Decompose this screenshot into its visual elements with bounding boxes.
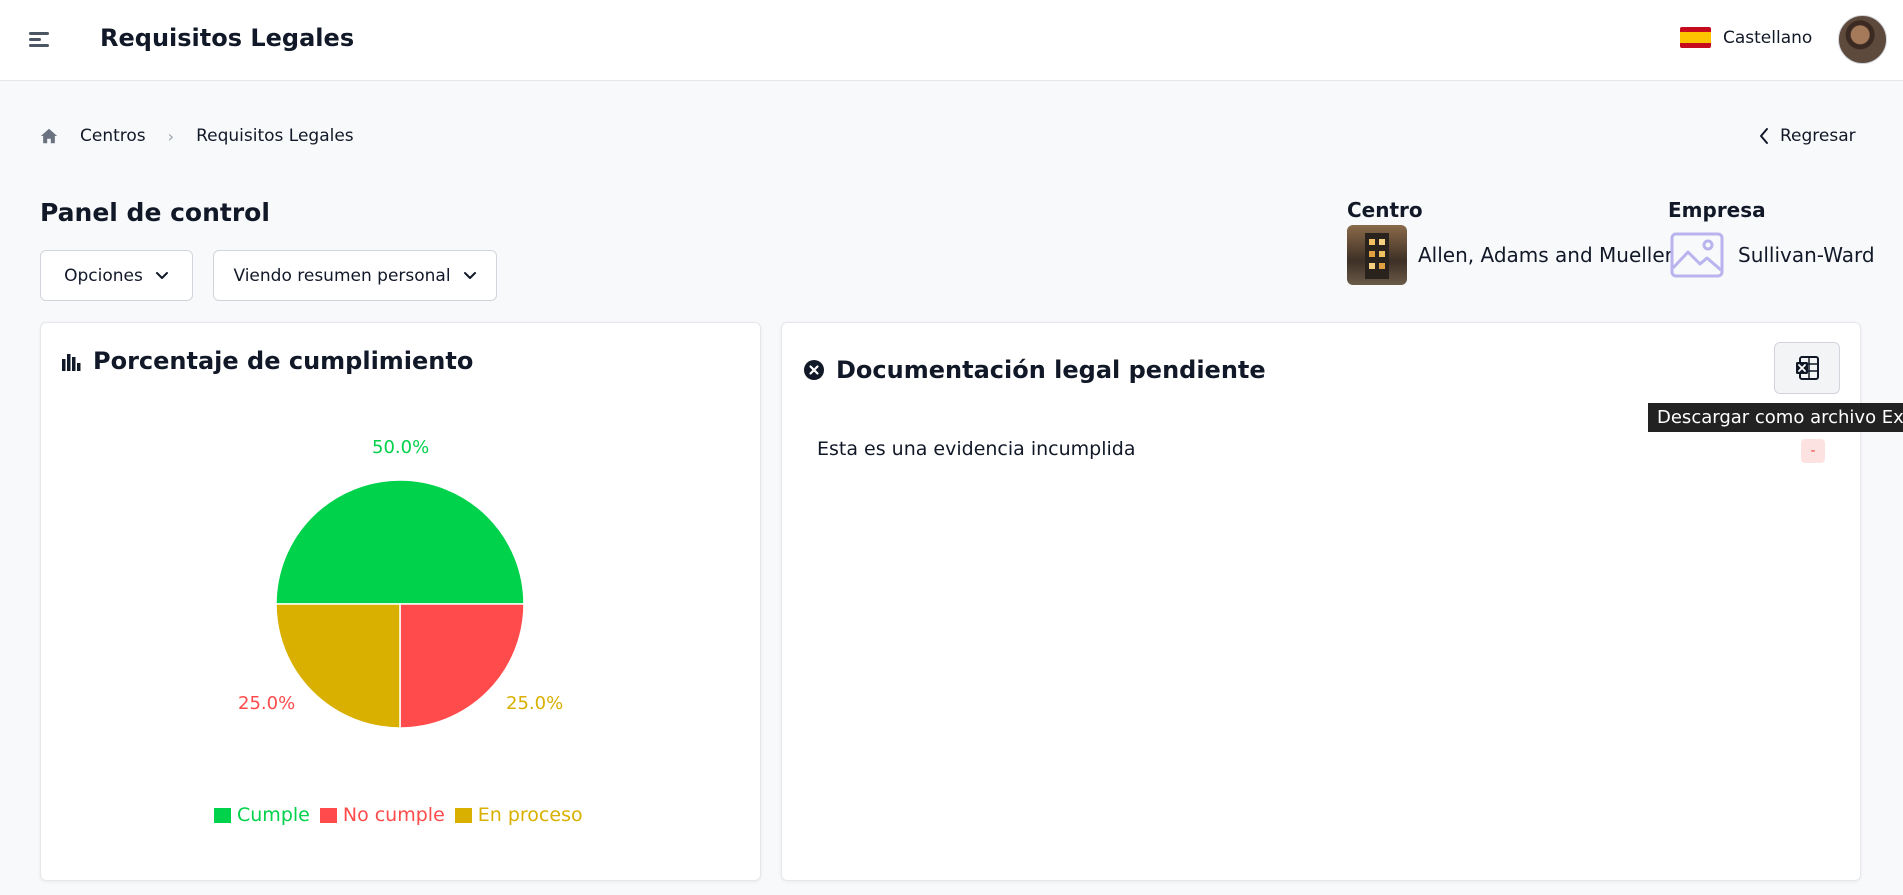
centro-image <box>1347 225 1407 285</box>
pending-docs-card-header: Documentación legal pendiente <box>804 356 1266 384</box>
options-dropdown-button[interactable]: Opciones <box>40 250 193 301</box>
empresa-label: Empresa <box>1668 198 1766 222</box>
breadcrumb-item-requisitos: Requisitos Legales <box>196 126 354 146</box>
legend-label-cumple: Cumple <box>237 804 310 826</box>
view-mode-label: Viendo resumen personal <box>233 265 451 286</box>
pie-label-no-cumple: 25.0% <box>238 693 296 714</box>
chevron-left-icon <box>1760 128 1768 144</box>
close-circle-icon <box>804 360 824 380</box>
breadcrumb-item-centros[interactable]: Centros <box>80 126 146 146</box>
legend-label-en-proceso: En proceso <box>477 804 583 826</box>
empresa-value: Sullivan-Ward <box>1738 243 1875 267</box>
page-title: Panel de control <box>40 198 270 227</box>
legend-swatch <box>214 807 231 823</box>
compliance-card-header: Porcentaje de cumplimiento <box>62 347 473 375</box>
compliance-card-title: Porcentaje de cumplimiento <box>93 347 474 375</box>
app-title: Requisitos Legales <box>100 24 355 52</box>
chevron-down-icon <box>155 271 168 279</box>
breadcrumb: Centros › Requisitos Legales <box>40 126 354 146</box>
legend-swatch <box>454 807 472 823</box>
centro-value: Allen, Adams and Mueller <box>1418 243 1673 267</box>
user-avatar[interactable] <box>1838 15 1887 64</box>
back-label: Regresar <box>1780 126 1856 146</box>
view-mode-dropdown-button[interactable]: Viendo resumen personal <box>213 250 497 301</box>
back-button[interactable]: Regresar <box>1758 126 1856 146</box>
chart-legend: Cumple No cumple En proceso <box>214 804 583 826</box>
pending-item-label: Esta es una evidencia incumplida <box>817 438 1136 460</box>
legend-item-en-proceso[interactable]: En proceso <box>454 804 583 826</box>
menu-icon[interactable] <box>26 28 52 52</box>
download-excel-button[interactable] <box>1774 342 1840 394</box>
download-excel-tooltip: Descargar como archivo Exce <box>1648 403 1903 432</box>
legend-swatch <box>319 807 337 823</box>
chevron-down-icon <box>463 271 476 279</box>
bar-chart-icon <box>62 354 81 371</box>
pie-label-cumple: 50.0% <box>372 437 430 458</box>
compliance-pie-chart <box>275 479 525 729</box>
pie-slice-cumple[interactable] <box>275 479 525 605</box>
options-label: Opciones <box>64 265 143 286</box>
centro-label: Centro <box>1347 198 1423 222</box>
pending-item-status-badge: - <box>1801 439 1825 463</box>
legend-item-no-cumple[interactable]: No cumple <box>319 804 445 826</box>
image-placeholder-icon <box>1670 232 1724 278</box>
pie-label-en-proceso: 25.0% <box>506 693 564 714</box>
legend-label-no-cumple: No cumple <box>342 804 445 826</box>
language-selector[interactable]: Castellano <box>1680 27 1812 48</box>
chevron-right-icon: › <box>167 126 175 146</box>
top-bar: Requisitos Legales Castellano <box>0 0 1903 81</box>
excel-file-icon <box>1796 356 1819 380</box>
spain-flag-icon <box>1680 27 1711 48</box>
legend-item-cumple[interactable]: Cumple <box>214 804 310 826</box>
pending-docs-title: Documentación legal pendiente <box>836 356 1266 384</box>
language-label: Castellano <box>1723 27 1813 48</box>
home-icon[interactable] <box>40 127 58 145</box>
